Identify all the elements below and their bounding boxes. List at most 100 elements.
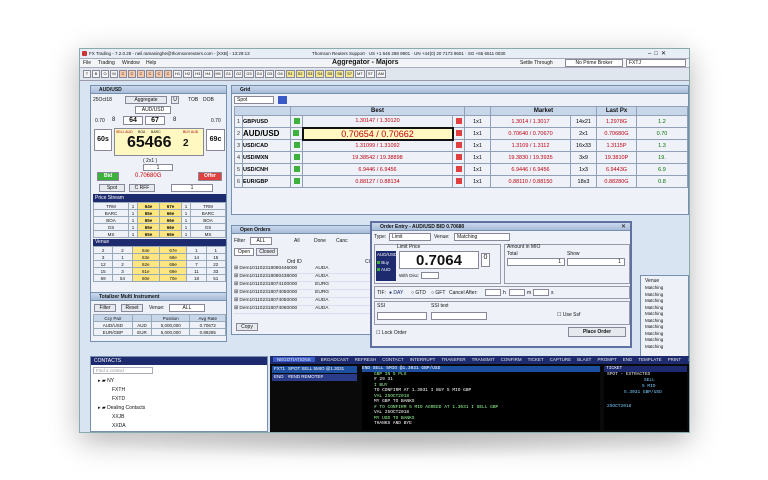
contact-tree-item[interactable]: FXTD bbox=[94, 395, 145, 404]
negotiation-item[interactable]: END #END REMOTE# bbox=[272, 374, 357, 381]
tab-open[interactable]: Open bbox=[234, 248, 254, 256]
close-icon[interactable]: ✕ bbox=[621, 223, 626, 230]
price-stream-row[interactable]: TRM 1 64e 67e 1 TRM bbox=[93, 202, 226, 210]
window-controls[interactable]: –□✕ bbox=[648, 50, 669, 57]
contact-tree-item[interactable]: XXDA bbox=[94, 422, 145, 431]
menu-help[interactable]: Help bbox=[146, 60, 156, 66]
toolbar-button[interactable]: C bbox=[155, 70, 163, 78]
negotiation-tab[interactable]: TRANSMIT bbox=[472, 357, 495, 362]
negotiation-item[interactable]: FXT1 SPOT SELL 5MIO @1.3031 bbox=[272, 366, 357, 373]
contact-tree-item[interactable]: ▸ ▰ NY bbox=[94, 377, 145, 386]
toolbar-button[interactable]: S1 bbox=[285, 70, 295, 78]
order-venue-select[interactable]: Matching bbox=[454, 233, 510, 241]
toolbar-button[interactable]: S4 bbox=[315, 70, 325, 78]
orders-filter-select[interactable]: ALL bbox=[250, 237, 272, 245]
toolbar-button[interactable]: G6 bbox=[275, 70, 285, 78]
toolbar-button[interactable]: S7 bbox=[345, 70, 355, 78]
disc-input[interactable] bbox=[421, 272, 439, 279]
order-row[interactable]: ⊞ Dem101102318074050000 AUDA bbox=[234, 298, 388, 306]
grid-row[interactable]: 4 USD/MXN 19.38542 / 19.38898 1x1 19.3830 / … bbox=[234, 151, 688, 164]
tif-gft-radio[interactable]: ○ GFT bbox=[431, 290, 445, 296]
lock-order-checkbox[interactable]: ☐ Lock Order bbox=[376, 330, 407, 336]
toolbar-button[interactable]: H2 bbox=[183, 70, 193, 78]
order-row[interactable]: ⊞ Dem101102318074100000 EURG bbox=[234, 282, 388, 290]
toolbar-button[interactable]: T bbox=[83, 70, 91, 78]
cancel-minutes-input[interactable] bbox=[509, 289, 525, 296]
grid-row[interactable]: 2 AUD/USD 0.70654 / 0.70662 1x1 0.70640 / 0.… bbox=[234, 126, 688, 141]
toolbar-button[interactable]: C bbox=[146, 70, 154, 78]
tab-closed[interactable]: Closed bbox=[256, 248, 278, 256]
buy-button[interactable] bbox=[452, 175, 465, 188]
toolbar-button[interactable]: ST bbox=[365, 70, 375, 78]
big-price-box[interactable]: SELL AUD BOA BARC BUY AUD 65466 2 bbox=[114, 128, 204, 156]
negotiation-tab[interactable]: PROMPT bbox=[597, 357, 616, 362]
grid-row[interactable]: 1 GBP/USD 1.30147 / 1.30120 1x1 1.3014 / 1.3… bbox=[234, 115, 688, 128]
order-row[interactable]: ⊞ Dem101102318080446000 AUDA bbox=[234, 266, 388, 274]
ssi-text-input[interactable] bbox=[431, 312, 487, 320]
toolbar-button[interactable]: AM bbox=[375, 70, 386, 78]
toolbar-button[interactable]: G4 bbox=[254, 70, 264, 78]
sell-button[interactable] bbox=[290, 151, 303, 164]
place-order-button[interactable]: Place Order bbox=[568, 327, 626, 337]
negotiation-tab[interactable]: CAPTURE bbox=[550, 357, 572, 362]
tob-toggle[interactable]: TOB bbox=[188, 97, 198, 103]
u-toggle[interactable]: U bbox=[171, 96, 179, 104]
toolbar-button[interactable]: S2 bbox=[295, 70, 305, 78]
negotiation-tab[interactable]: PRINT bbox=[668, 357, 682, 362]
grid-tenor-select[interactable]: Spot bbox=[234, 96, 274, 104]
aggregate-button[interactable]: Aggregate bbox=[125, 96, 167, 104]
toolbar-button[interactable]: H3 bbox=[193, 70, 203, 78]
rff-toggle[interactable]: C RFF bbox=[129, 184, 155, 192]
toolbar-button[interactable]: B bbox=[92, 70, 100, 78]
buy-button[interactable] bbox=[452, 139, 465, 152]
best-price[interactable]: 1.30147 / 1.30120 bbox=[302, 115, 453, 128]
menu-file[interactable]: File bbox=[83, 60, 91, 66]
totalizer-row[interactable]: EUR/GBP EUR 5,000,000 0.88285 bbox=[93, 328, 226, 336]
menu-window[interactable]: Window bbox=[122, 60, 140, 66]
total-amount-input[interactable]: 1 bbox=[507, 258, 565, 266]
toolbar-button[interactable]: G1 bbox=[223, 70, 233, 78]
toolbar-button[interactable]: H1 bbox=[173, 70, 183, 78]
sell-button[interactable] bbox=[290, 115, 303, 128]
contact-tree-item[interactable]: XXJB bbox=[94, 413, 145, 422]
sell-button[interactable] bbox=[290, 127, 303, 140]
maximize-icon[interactable]: □ bbox=[654, 51, 661, 57]
toolbar-button[interactable]: C bbox=[164, 70, 172, 78]
copy-button[interactable]: Copy bbox=[236, 323, 258, 331]
order-row[interactable]: ⊞ Dem101102318074050000 EURG bbox=[234, 290, 388, 298]
toolbar-button[interactable]: C bbox=[137, 70, 145, 78]
contact-search-input[interactable]: Find a contact bbox=[93, 367, 153, 374]
totalizer-reset-button[interactable]: Reset bbox=[121, 304, 143, 312]
toolbar-button[interactable]: C bbox=[128, 70, 136, 78]
toolbar-button[interactable]: C bbox=[119, 70, 127, 78]
negotiation-tab[interactable]: TRANSFER bbox=[441, 357, 465, 362]
sell-button[interactable] bbox=[290, 163, 303, 176]
venue-depth-row[interactable]: 69 54 60e 70e 18 51 bbox=[92, 274, 227, 282]
offer-button[interactable]: Offer bbox=[198, 172, 222, 181]
totalizer-filter-button[interactable]: Filter bbox=[94, 304, 116, 312]
pair-selector[interactable]: AUD/USD bbox=[135, 106, 171, 114]
best-price[interactable]: 1.31099 / 1.31092 bbox=[302, 139, 453, 152]
negotiation-tab[interactable]: INTERRUPT bbox=[410, 357, 436, 362]
buy-button[interactable] bbox=[452, 151, 465, 164]
price-stream-row[interactable]: MS 1 65e 66e 1 MS bbox=[93, 230, 226, 238]
pair-select[interactable]: FXTJ bbox=[626, 59, 686, 67]
settle-through-select[interactable]: No Prime Broker bbox=[565, 59, 623, 67]
contact-tree-item[interactable]: ▸ ▰ Dealing Contacts bbox=[94, 404, 145, 413]
order-row[interactable]: ⊞ Dem101102318080438000 AUDA bbox=[234, 274, 388, 282]
toolbar-button[interactable]: G3 bbox=[244, 70, 254, 78]
show-amount-input[interactable]: 1 bbox=[567, 258, 625, 266]
grid-row[interactable]: 5 USD/CNH 6.9446 / 6.9456 1x1 6.9446 / 6.945… bbox=[234, 163, 688, 176]
venue-depth-row[interactable]: 2 2 64e 67e 1 1 bbox=[92, 246, 227, 254]
use-ssf-checkbox[interactable]: ☐ Use Ssf bbox=[557, 312, 580, 318]
ask-pips[interactable]: 67 bbox=[145, 116, 165, 125]
bid-button[interactable]: Bid bbox=[97, 172, 119, 181]
negotiation-tab[interactable]: CONFIRM bbox=[501, 357, 522, 362]
orders-all-radio[interactable]: All bbox=[294, 238, 300, 244]
best-price[interactable]: 0.70654 / 0.70662 bbox=[301, 126, 454, 141]
negotiation-tab[interactable]: TICKET bbox=[528, 357, 544, 362]
dob-toggle[interactable]: DOB bbox=[203, 97, 214, 103]
venue-depth-row[interactable]: 15 3 61e 69e 11 33 bbox=[92, 267, 227, 275]
ssi-select[interactable] bbox=[377, 312, 427, 320]
qty-select[interactable]: 1 bbox=[171, 184, 213, 192]
